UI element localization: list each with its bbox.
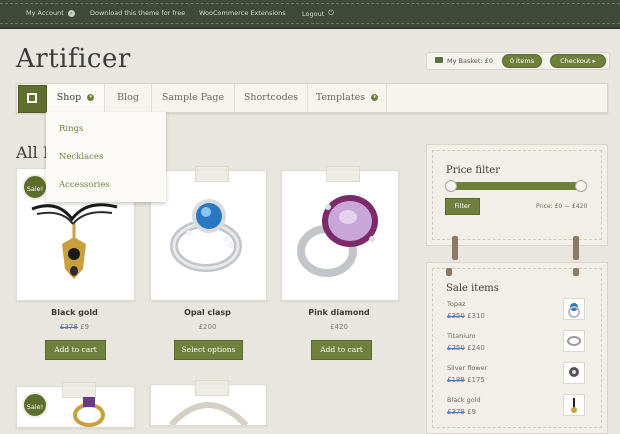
sale-item-thumbnail[interactable] [563,362,585,384]
download-theme-label: Download this theme for free [90,9,186,17]
stitch-line [0,23,620,24]
sale-item-name[interactable]: Black gold [447,396,481,404]
product-card[interactable] [150,380,267,428]
nav-tab-sample-page[interactable]: Sample Page [152,84,235,112]
basket-items-pill[interactable]: 0 items [502,54,542,68]
product-image-pink-diamond-ring [282,171,398,300]
home-button[interactable] [18,85,47,113]
sale-item-name[interactable]: Topaz [447,300,465,308]
price-range-slider[interactable] [445,180,587,192]
product-card[interactable] [281,166,399,301]
sale-item-price: £350 £310 [447,312,485,320]
select-options-button[interactable]: Select options [174,340,243,360]
sale-badge: Sale! [22,392,48,418]
cart-icon [435,57,443,63]
shop-dropdown-menu: Rings Necklaces Accessories [46,112,166,202]
sale-price: £310 [467,312,485,320]
nav-tab-shop[interactable]: Shop ▾ [47,84,105,112]
nav-tab-templates-label: Templates [315,92,366,103]
sale-item-name[interactable]: Titanium [447,332,476,340]
sale-item-price: £250 £240 [447,344,485,352]
old-price: £350 [447,312,465,320]
old-price: £378 [447,408,465,416]
sale-price: £175 [467,376,485,384]
site-logo[interactable]: Artificer [16,44,131,74]
price-filter-title: Price filter [446,165,500,176]
dropdown-item-rings[interactable]: Rings [59,124,83,134]
stitch-line [0,3,620,4]
price-range-label: Price: £0 — £420 [536,203,588,210]
sale-items-title: Sale items [446,283,499,294]
slider-max-handle[interactable] [575,180,587,192]
nav-tab-blog[interactable]: Blog [105,84,152,112]
chevron-down-icon: ▾ [87,94,95,101]
price-filter-widget [426,144,608,246]
strap-clip [446,268,452,276]
sale-item-thumbnail[interactable] [563,330,585,352]
old-price: £189 [447,376,465,384]
sale-item-price: £189 £175 [447,376,485,384]
product-image-necklace [151,385,266,428]
product-name[interactable]: Black gold [16,308,133,317]
sale-item-thumbnail[interactable] [563,298,585,320]
my-account-link[interactable]: My Account › [26,9,75,17]
nav-tab-shortcodes-label: Shortcodes [243,92,299,103]
add-to-cart-button[interactable]: Add to cart [311,340,372,360]
home-icon [27,93,37,103]
nav-tab-blog-label: Blog [117,92,139,103]
woocommerce-extensions-label: WooCommerce Extensions [199,9,286,17]
main-navigation: Shop ▾ Blog Sample Page Shortcodes Templ… [16,83,608,113]
sale-price: £240 [467,344,485,352]
old-price: £378 [60,323,78,331]
old-price: £250 [447,344,465,352]
product-name[interactable]: Pink diamond [281,308,397,317]
sale-item-thumbnail[interactable] [563,394,585,416]
filter-button[interactable]: Filter [445,198,480,215]
woocommerce-extensions-link[interactable]: WooCommerce Extensions [199,9,286,17]
slider-min-handle[interactable] [445,180,457,192]
product-name[interactable]: Opal clasp [150,308,265,317]
product-price: £378 £9 [16,323,133,331]
circle-arrow-icon: › [67,9,75,17]
strap-decoration [573,236,579,260]
logout-link[interactable]: Logout ⏻ [302,9,334,18]
logout-label: Logout [302,9,325,18]
sale-price: £9 [467,408,476,416]
sale-item-name[interactable]: Silver flower [447,364,487,372]
product-card[interactable]: Sale! [16,382,135,428]
nav-tab-sample-page-label: Sample Page [161,92,225,103]
dropdown-item-necklaces[interactable]: Necklaces [59,152,103,162]
page-title: All I [16,143,50,162]
dropdown-item-accessories[interactable]: Accessories [59,180,110,190]
basket-label[interactable]: My Basket: £0 [447,57,493,65]
chevron-down-icon: ▾ [371,94,379,101]
top-bar: My Account › Download this theme for fre… [0,0,620,29]
product-image-opal-ring [151,171,266,300]
strap-clip [573,268,579,276]
sale-badge: Sale! [22,174,48,200]
checkout-button[interactable]: Checkout ▸ [550,54,606,68]
product-price: £200 [198,323,217,331]
sale-price: £9 [80,323,89,331]
widget-dashed-border [432,150,602,240]
sale-item-price: £378 £9 [447,408,476,416]
logout-icon: ⏻ [328,9,334,17]
product-card[interactable] [150,166,267,301]
nav-tab-templates[interactable]: Templates ▾ [308,84,387,112]
nav-tab-shop-label: Shop [56,92,82,103]
download-theme-link[interactable]: Download this theme for free [90,9,185,17]
nav-tab-shortcodes[interactable]: Shortcodes [235,84,308,112]
my-account-label: My Account [26,9,64,17]
strap-decoration [452,236,458,260]
product-price: £420 [330,323,348,331]
basket-widget: My Basket: £0 0 items Checkout ▸ [426,52,610,70]
add-to-cart-button[interactable]: Add to cart [45,340,106,360]
